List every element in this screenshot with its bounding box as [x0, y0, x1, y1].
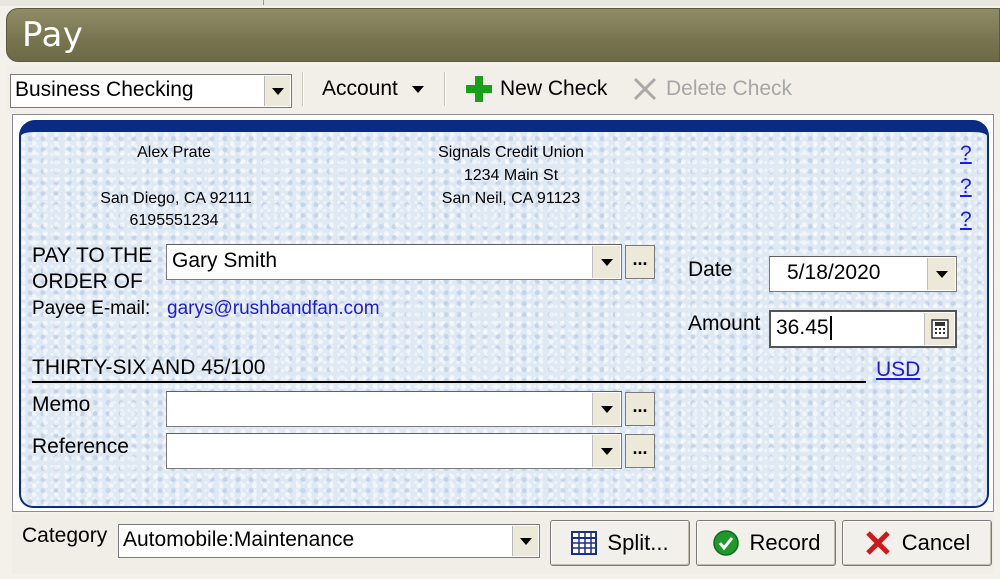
reference-field[interactable] — [166, 433, 622, 469]
delete-x-icon — [633, 77, 657, 101]
new-check-label: New Check — [500, 77, 608, 100]
category-label: Category — [22, 524, 108, 547]
record-button[interactable]: Record — [696, 520, 836, 566]
account-menu-label: Account — [322, 77, 398, 100]
help-link-bank[interactable]: ? — [960, 175, 972, 199]
amount-in-words: THIRTY-SIX AND 45/100 — [32, 356, 266, 379]
memo-label: Memo — [32, 393, 91, 416]
payer-phone: 6195551234 — [129, 212, 219, 229]
payer-city: San Diego, CA 92111 — [100, 190, 252, 207]
amount-value: 36.45 — [776, 316, 829, 339]
date-label: Date — [688, 258, 733, 281]
check-panel: Alex Prate San Diego, CA 92111 619555123… — [19, 120, 989, 508]
pay-to-label-line1: PAY TO THE — [32, 244, 153, 267]
date-value: 5/18/2020 — [787, 261, 881, 284]
payee-value: Gary Smith — [172, 249, 278, 272]
amount-label: Amount — [688, 312, 761, 335]
record-label: Record — [749, 530, 821, 555]
payer-name: Alex Prate — [137, 144, 211, 161]
chevron-down-icon[interactable] — [592, 246, 620, 278]
delete-check-label: Delete Check — [666, 77, 793, 100]
chevron-down-icon[interactable] — [927, 258, 955, 290]
currency-link[interactable]: USD — [876, 358, 920, 382]
payee-lookup-button[interactable]: ... — [625, 245, 655, 279]
chevron-down-icon[interactable] — [592, 435, 620, 467]
split-label: Split... — [607, 530, 669, 555]
bottom-bar: Category Automobile:Maintenance Split...… — [12, 514, 994, 574]
account-select[interactable]: Business Checking — [10, 74, 292, 108]
category-select[interactable]: Automobile:Maintenance — [118, 524, 540, 558]
close-icon — [865, 531, 890, 555]
date-field[interactable]: 5/18/2020 — [769, 256, 957, 292]
reference-lookup-button[interactable]: ... — [625, 434, 655, 468]
delete-check-button[interactable]: Delete Check — [632, 74, 792, 104]
text-cursor — [829, 316, 832, 341]
grid-icon — [571, 531, 598, 555]
plus-icon — [466, 76, 492, 102]
help-link-check[interactable]: ? — [960, 208, 972, 232]
category-value: Automobile:Maintenance — [123, 528, 355, 551]
window-title-bar: Pay — [6, 8, 1000, 62]
new-check-button[interactable]: New Check — [464, 74, 607, 104]
toolbar-separator — [302, 72, 304, 106]
cancel-label: Cancel — [901, 530, 971, 555]
memo-field[interactable] — [166, 391, 622, 427]
amount-field[interactable]: 36.45 — [769, 310, 957, 348]
cancel-button[interactable]: Cancel — [842, 520, 992, 566]
account-select-value: Business Checking — [15, 78, 194, 101]
bank-name: Signals Credit Union — [438, 144, 584, 161]
toolbar: Business Checking Account New Check Dele… — [6, 66, 1000, 114]
payee-email[interactable]: garys@rushbandfan.com — [167, 298, 380, 320]
window-title: Pay — [22, 15, 84, 55]
chevron-down-icon — [411, 85, 424, 93]
chevron-down-icon[interactable] — [264, 76, 290, 106]
payee-email-label: Payee E-mail: — [32, 298, 151, 319]
memo-lookup-button[interactable]: ... — [625, 392, 655, 426]
calculator-icon[interactable] — [924, 313, 954, 345]
split-button[interactable]: Split... — [550, 520, 690, 566]
bank-city: San Neil, CA 91123 — [441, 190, 581, 207]
account-menu-button[interactable]: Account — [322, 74, 424, 104]
top-strip — [0, 0, 1000, 6]
payee-field[interactable]: Gary Smith — [166, 244, 622, 280]
chevron-down-icon[interactable] — [592, 393, 620, 425]
pay-to-label-line2: ORDER OF — [32, 270, 143, 293]
toolbar-separator — [444, 72, 446, 106]
bank-street: 1234 Main St — [463, 167, 559, 184]
reference-label: Reference — [32, 435, 129, 458]
help-link-payer[interactable]: ? — [960, 142, 972, 166]
amount-words-line — [32, 381, 866, 383]
checkmark-circle-icon — [712, 530, 739, 556]
chevron-down-icon[interactable] — [512, 526, 538, 556]
divider-tick — [263, 0, 264, 5]
